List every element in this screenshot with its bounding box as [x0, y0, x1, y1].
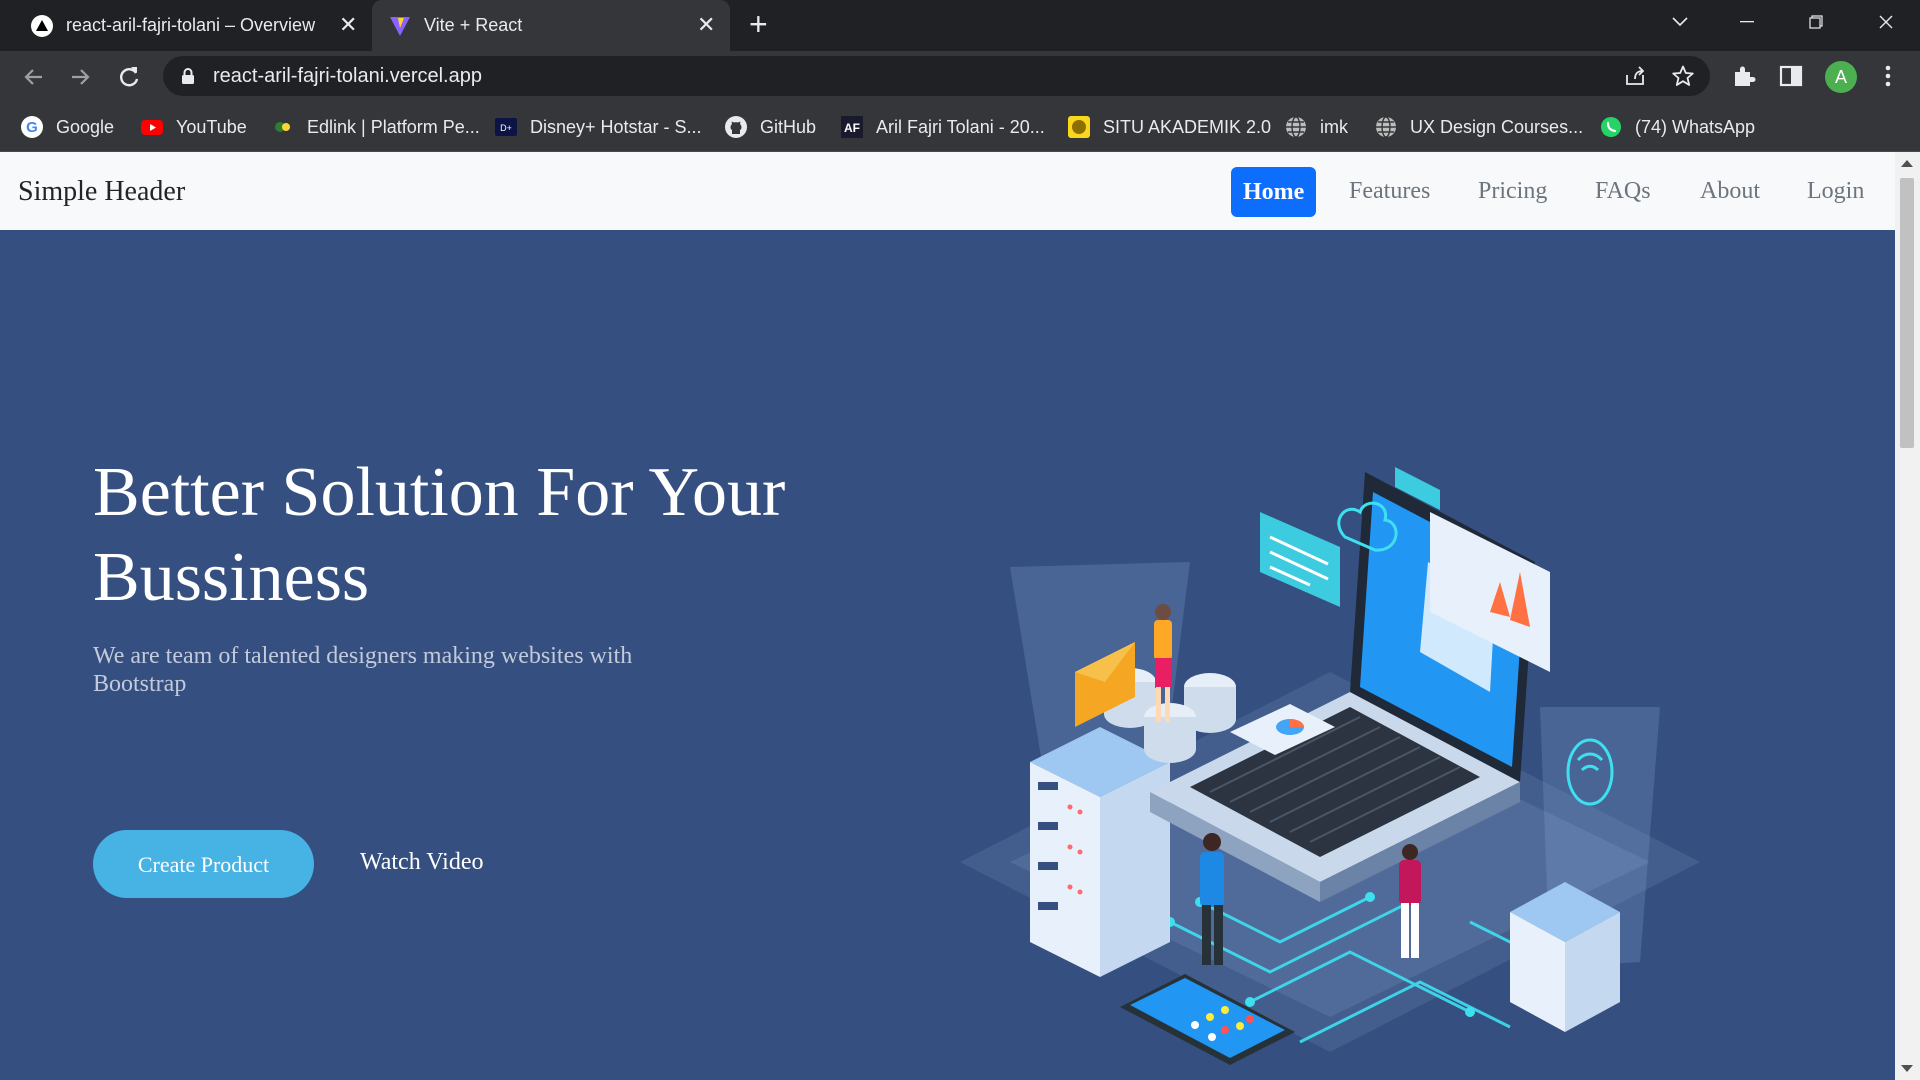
url-text: react-aril-fajri-tolani.vercel.app: [213, 65, 482, 87]
bookmark-ux-design-courses[interactable]: UX Design Courses...: [1374, 114, 1583, 140]
minimize-icon[interactable]: [1727, 0, 1767, 44]
bookmark-label: GitHub: [760, 116, 817, 137]
bookmark-label: Disney+ Hotstar - S...: [530, 116, 702, 137]
server-tower-right: [1510, 882, 1620, 1032]
tab-title: Vite + React: [424, 15, 523, 35]
page-scrollbar[interactable]: [1895, 152, 1920, 1080]
back-arrow-icon[interactable]: [20, 63, 48, 91]
server-tower-left: [1030, 727, 1170, 977]
aft-icon: AF: [840, 115, 864, 139]
edlink-icon: [271, 115, 295, 139]
google-icon: G: [20, 115, 44, 139]
vite-logo-icon: [388, 14, 412, 38]
bookmark-label: imk: [1320, 116, 1348, 137]
close-window-icon[interactable]: [1866, 0, 1906, 44]
extensions-puzzle-icon[interactable]: [1731, 63, 1757, 89]
scroll-down-icon[interactable]: [1901, 1065, 1913, 1072]
vercel-triangle-icon: [30, 14, 54, 38]
tab-search-icon[interactable]: [1660, 0, 1700, 44]
hero-illustration: [960, 467, 1700, 1065]
watch-video-button[interactable]: Watch Video: [360, 849, 483, 876]
floating-panel-blue: [1260, 512, 1340, 607]
bookmark-label: Edlink | Platform Pe...: [307, 116, 480, 137]
whatsapp-icon: [1599, 115, 1623, 139]
bookmark-label: SITU AKADEMIK 2.0: [1103, 116, 1272, 137]
bookmark-label: Aril Fajri Tolani - 20...: [876, 116, 1045, 137]
side-panel-icon[interactable]: [1778, 63, 1804, 89]
forward-arrow-icon[interactable]: [66, 63, 94, 91]
browser-tab-strip: react-aril-fajri-tolani – Overview ✕ Vit…: [0, 0, 1920, 51]
svg-text:G: G: [26, 119, 38, 136]
bookmark-label: UX Design Courses...: [1410, 116, 1584, 137]
bookmark-google[interactable]: G Google: [20, 114, 114, 140]
bookmark-imk[interactable]: imk: [1284, 114, 1348, 140]
profile-avatar[interactable]: A: [1825, 61, 1857, 93]
site-header: Simple Header Home Features Pricing FAQs…: [0, 152, 1895, 230]
hero-title: Better Solution For Your Bussiness: [93, 454, 786, 616]
bookmark-star-icon[interactable]: [1671, 64, 1695, 93]
globe-icon: [1284, 115, 1308, 139]
bookmark-hotstar[interactable]: D+ Disney+ Hotstar - S...: [494, 114, 702, 140]
youtube-icon: [140, 115, 164, 139]
hotstar-icon: D+: [494, 115, 518, 139]
tab-vite-react[interactable]: Vite + React ✕: [372, 0, 730, 51]
svg-text:D+: D+: [500, 123, 512, 133]
browser-toolbar: react-aril-fajri-tolani.vercel.app A: [0, 51, 1920, 101]
nav-faqs[interactable]: FAQs: [1595, 178, 1651, 205]
nav-about[interactable]: About: [1700, 178, 1760, 205]
address-bar[interactable]: react-aril-fajri-tolani.vercel.app: [163, 56, 1710, 96]
reload-icon[interactable]: [115, 63, 143, 91]
site-brand[interactable]: Simple Header: [18, 176, 185, 208]
tab-vercel-overview[interactable]: react-aril-fajri-tolani – Overview ✕: [16, 0, 366, 51]
nav-home[interactable]: Home: [1231, 167, 1317, 217]
situ-icon: [1067, 115, 1091, 139]
bookmark-situ-akademik[interactable]: SITU AKADEMIK 2.0: [1067, 114, 1271, 140]
hero-subtitle: We are team of talented designers making…: [93, 643, 633, 697]
bookmark-label: YouTube: [176, 116, 247, 137]
kebab-menu-icon[interactable]: [1875, 63, 1901, 89]
globe-icon: [1374, 115, 1398, 139]
bookmarks-bar: G Google YouTube Edlink | Platform Pe...…: [0, 101, 1920, 152]
nav-features[interactable]: Features: [1349, 178, 1430, 205]
bookmark-edlink[interactable]: Edlink | Platform Pe...: [271, 114, 480, 140]
bookmark-aril-fajri-tolani[interactable]: AF Aril Fajri Tolani - 20...: [840, 114, 1045, 140]
bookmark-youtube[interactable]: YouTube: [140, 114, 247, 140]
nav-login[interactable]: Login: [1807, 178, 1864, 205]
scrollbar-thumb[interactable]: [1900, 178, 1914, 448]
bookmark-github[interactable]: GitHub: [724, 114, 816, 140]
lock-icon[interactable]: [181, 67, 195, 90]
page-viewport: Simple Header Home Features Pricing FAQs…: [0, 152, 1920, 1080]
bookmark-label: (74) WhatsApp: [1635, 116, 1756, 137]
github-icon: [724, 115, 748, 139]
scroll-up-icon[interactable]: [1901, 160, 1913, 167]
create-product-button[interactable]: Create Product: [93, 830, 314, 898]
new-tab-icon[interactable]: +: [749, 8, 768, 40]
restore-icon[interactable]: [1796, 0, 1836, 44]
tab-title: react-aril-fajri-tolani – Overview: [66, 15, 316, 35]
tab-close-icon[interactable]: ✕: [339, 14, 357, 36]
bookmark-label: Google: [56, 116, 115, 137]
svg-text:AF: AF: [844, 121, 860, 135]
share-icon[interactable]: [1623, 64, 1647, 93]
nav-pricing[interactable]: Pricing: [1478, 178, 1547, 205]
tab-close-icon[interactable]: ✕: [697, 14, 715, 36]
bookmark-whatsapp[interactable]: (74) WhatsApp: [1599, 114, 1755, 140]
